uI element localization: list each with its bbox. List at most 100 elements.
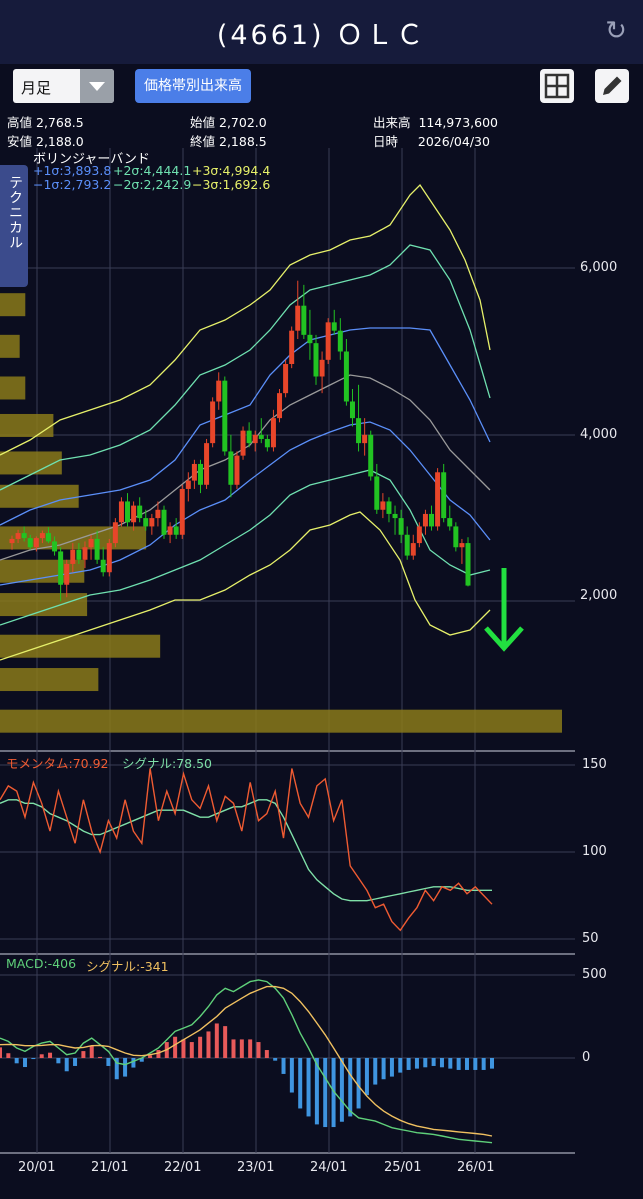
x-tick-label: 20/01	[18, 1160, 56, 1175]
candle-body	[465, 543, 471, 586]
macd-histogram-bar	[298, 1058, 303, 1109]
macd-histogram-bar	[448, 1058, 453, 1069]
y-tick-label: 6,000	[580, 260, 618, 275]
volume-profile-bar	[0, 413, 54, 437]
candle-body	[392, 513, 398, 519]
macd-histogram-bar	[439, 1058, 444, 1068]
candle-body	[191, 463, 197, 481]
macd-histogram-bar	[256, 1042, 261, 1058]
candle-body	[343, 351, 349, 402]
volume-profile-bar	[0, 634, 161, 658]
bollinger-plus3: +3σ:4,994.4	[192, 163, 271, 178]
candle-body	[27, 538, 33, 548]
candle-body	[337, 330, 343, 352]
macd-histogram-bar	[348, 1058, 353, 1117]
candle-body	[137, 505, 143, 519]
y-tick-label: 0	[582, 1050, 591, 1065]
candle-body	[234, 455, 240, 485]
candle-body	[459, 543, 465, 548]
macd-histogram-bar	[0, 1047, 2, 1058]
candle-body	[64, 563, 70, 585]
x-tick-label: 26/01	[457, 1160, 495, 1175]
candle-body	[131, 505, 137, 523]
volume-profile-bar	[0, 293, 26, 317]
candle-body	[155, 509, 161, 519]
candle-body	[185, 480, 191, 489]
x-tick-label: 22/01	[164, 1160, 202, 1175]
candle-body	[125, 501, 131, 523]
candle-body	[112, 522, 118, 544]
momentum-signal-line	[0, 799, 492, 902]
candle-body	[94, 538, 100, 560]
candle-body	[264, 438, 270, 448]
macd-histogram-bar	[464, 1058, 469, 1070]
macd-histogram-bar	[173, 1036, 178, 1058]
candle-body	[283, 363, 289, 394]
x-tick-label: 24/01	[310, 1160, 348, 1175]
volume-profile-bar	[0, 668, 99, 692]
macd-histogram-bar	[81, 1051, 86, 1058]
candle-body	[58, 551, 64, 585]
candle-body	[15, 533, 21, 539]
candle-body	[289, 330, 295, 364]
macd-histogram-bar	[98, 1056, 103, 1058]
macd-histogram-bar	[481, 1058, 486, 1070]
candle-body	[179, 488, 185, 535]
candle-body	[210, 401, 216, 444]
candle-body	[374, 476, 380, 510]
volume-profile-bar	[0, 484, 79, 508]
candle-body	[100, 559, 106, 573]
candle-body	[429, 513, 435, 527]
macd-histogram-bar	[414, 1058, 419, 1069]
candle-body	[45, 533, 51, 542]
candle-body	[228, 451, 234, 485]
candle-body	[313, 343, 319, 377]
candle-body	[349, 401, 355, 419]
macd-histogram-bar	[23, 1058, 28, 1068]
macd-histogram-bar	[89, 1045, 94, 1058]
macd-histogram-bar	[264, 1050, 269, 1058]
candle-body	[301, 305, 307, 335]
y-tick-label: 50	[582, 931, 599, 946]
candle-body	[216, 380, 222, 402]
bollinger-plus1: +1σ:3,893.8	[33, 163, 112, 178]
candle-body	[173, 526, 179, 535]
macd-histogram-bar	[456, 1058, 461, 1070]
candle-body	[21, 533, 27, 539]
candle-body	[453, 526, 459, 548]
macd-histogram-bar	[198, 1036, 203, 1058]
candle-body	[441, 472, 447, 519]
macd-histogram-bar	[181, 1039, 186, 1058]
volume-profile-bar	[0, 451, 62, 475]
volume-profile-bar	[0, 709, 562, 733]
bollinger-plus2: +2σ:4,444.1	[113, 163, 192, 178]
x-tick-label: 21/01	[91, 1160, 129, 1175]
candle-body	[149, 518, 155, 527]
macd-histogram-bar	[39, 1054, 44, 1058]
candle-body	[9, 538, 15, 544]
macd-histogram-bar	[490, 1058, 494, 1069]
bollinger-minus3: −3σ:1,692.6	[192, 177, 271, 192]
macd-histogram-bar	[31, 1058, 36, 1060]
technical-tab[interactable]: テクニカル	[0, 165, 28, 287]
macd-histogram-bar	[423, 1058, 428, 1068]
candle-body	[270, 418, 276, 448]
candle-body	[197, 463, 203, 485]
candle-body	[386, 501, 392, 514]
macd-histogram-bar	[281, 1058, 286, 1074]
candle-body	[39, 533, 45, 539]
bollinger-plus3-line	[0, 183, 491, 456]
bollinger-minus2: −2σ:2,242.9	[113, 177, 192, 192]
x-tick-label: 25/01	[384, 1160, 422, 1175]
macd-histogram-bar	[189, 1042, 194, 1058]
candle-body	[416, 526, 422, 544]
macd-histogram-bar	[473, 1058, 478, 1070]
down-arrow-icon	[484, 568, 524, 652]
candle-body	[222, 380, 228, 452]
candle-body	[380, 501, 386, 510]
macd-histogram-bar	[123, 1058, 128, 1077]
candle-body	[143, 518, 149, 527]
candle-body	[76, 549, 82, 560]
macd-histogram-bar	[106, 1058, 111, 1066]
candle-body	[362, 434, 368, 444]
